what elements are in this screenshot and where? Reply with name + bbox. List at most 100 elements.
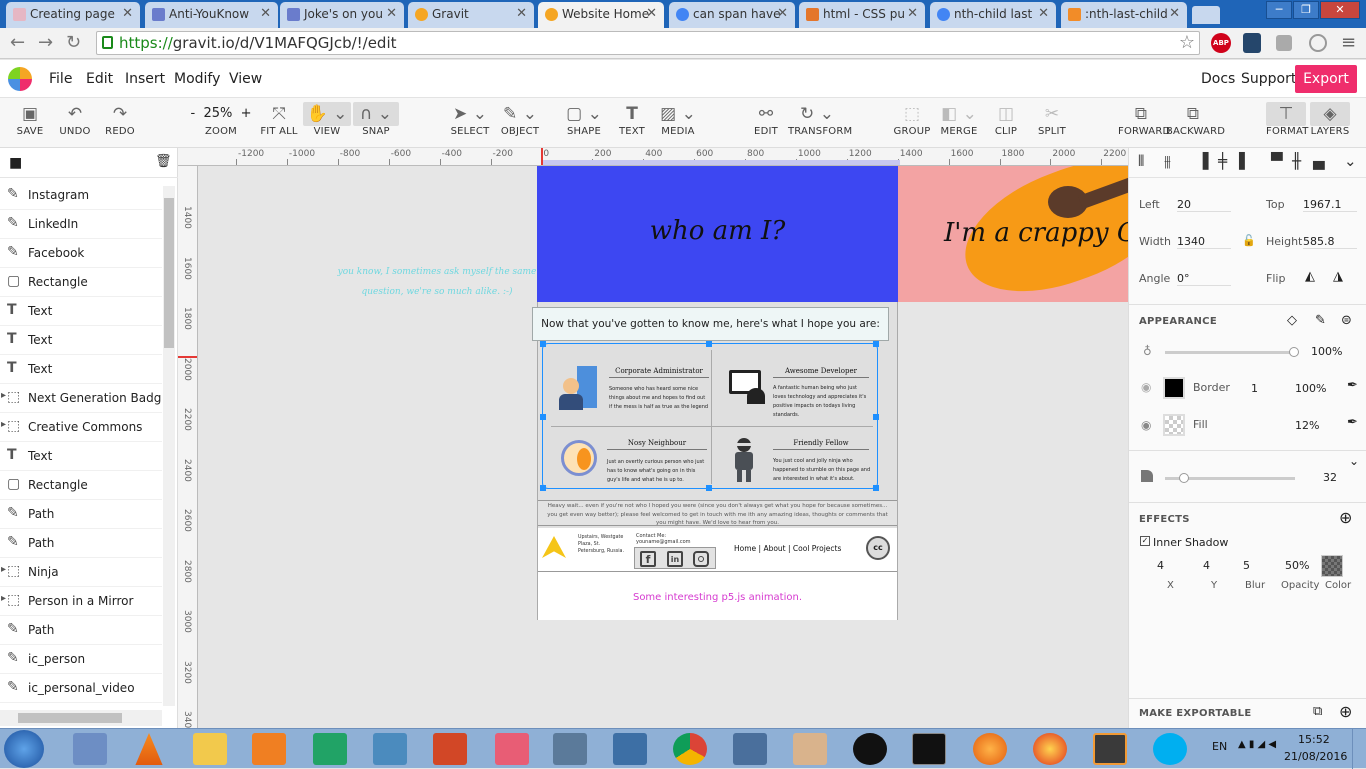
powerpoint-icon[interactable] <box>433 733 467 765</box>
tab-nth-last-child[interactable]: :nth-last-child ✕ <box>1061 2 1187 28</box>
shadow-blur-input[interactable]: 5 <box>1243 559 1250 572</box>
extension-circle-icon[interactable] <box>1309 34 1327 52</box>
selection-handle[interactable] <box>873 414 879 420</box>
hero-blue-panel[interactable]: who am I? <box>537 166 898 302</box>
export-button[interactable]: Export <box>1295 65 1357 93</box>
expand-arrow-icon[interactable]: ▸ <box>1 564 6 575</box>
view-button[interactable]: ✋ ⌄ VIEW <box>303 102 351 137</box>
canvas[interactable]: you know, I sometimes ask myself the sam… <box>198 166 1128 728</box>
align-bottom-icon[interactable]: ▄ <box>1313 152 1325 170</box>
adblock-icon[interactable]: ABP <box>1211 33 1231 53</box>
corner-radius-slider[interactable] <box>1165 473 1295 483</box>
firefox-dev-icon[interactable] <box>1033 733 1067 765</box>
align-right-icon[interactable]: ▌ <box>1239 152 1251 170</box>
opacity-value[interactable]: 100% <box>1311 345 1342 358</box>
pdf-app-icon[interactable] <box>252 733 286 765</box>
distribute-v-icon[interactable]: ⫵ <box>1164 152 1171 170</box>
angle-input[interactable]: 0° <box>1177 272 1231 286</box>
layer-item[interactable]: ✎ Path <box>0 529 162 558</box>
skype-icon[interactable] <box>1153 733 1187 765</box>
paint-icon[interactable] <box>793 733 827 765</box>
docs-link[interactable]: Docs <box>1201 71 1235 87</box>
tab-gravit[interactable]: Gravit ✕ <box>408 2 534 28</box>
pen-icon[interactable]: ✎ <box>1315 313 1326 328</box>
redo-button[interactable]: ↷ REDO <box>102 102 138 137</box>
tab-jokes-on-you[interactable]: Joke's on you ✕ <box>280 2 404 28</box>
shadow-color-swatch[interactable] <box>1321 555 1343 577</box>
layer-item[interactable]: ✎ Path <box>0 500 162 529</box>
chrome-icon[interactable] <box>673 733 707 765</box>
menu-view[interactable]: View <box>229 71 262 87</box>
tab-close-icon[interactable]: ✕ <box>907 6 918 21</box>
border-color-swatch[interactable] <box>1163 377 1185 399</box>
chrome-menu-icon[interactable]: ≡ <box>1341 32 1356 53</box>
menu-file[interactable]: File <box>49 71 72 87</box>
eyedropper-icon[interactable]: ✒ <box>1347 378 1358 393</box>
height-input[interactable]: 585.8 <box>1303 235 1357 249</box>
tab-anti-youknow[interactable]: Anti-YouKnow ✕ <box>145 2 278 28</box>
layer-item[interactable]: ▢ Rectangle <box>0 471 162 500</box>
bookmark-star-icon[interactable]: ☆ <box>1179 32 1195 53</box>
save-button[interactable]: ▣ SAVE <box>12 102 48 137</box>
file-explorer-icon[interactable] <box>193 733 227 765</box>
object-tool[interactable]: ✎ ⌄ OBJECT <box>498 102 542 137</box>
selection-handle[interactable] <box>540 341 546 347</box>
select-tool[interactable]: ➤ ⌄ SELECT <box>448 102 492 137</box>
layer-item[interactable]: T Text <box>0 442 162 471</box>
layer-item[interactable]: T Text <box>0 326 162 355</box>
tab-close-icon[interactable]: ✕ <box>122 6 133 21</box>
terminal-icon[interactable] <box>912 733 946 765</box>
layer-item[interactable]: ✎ Path <box>0 616 162 645</box>
eye-icon[interactable]: ◉ <box>1141 418 1151 432</box>
layer-item[interactable]: ▸ ⬚ Ninja <box>0 558 162 587</box>
tab-close-icon[interactable]: ✕ <box>777 6 788 21</box>
vlc-icon[interactable] <box>135 733 163 765</box>
support-link[interactable]: Support <box>1241 71 1296 87</box>
forward-button[interactable]: ⧉ FORWARD <box>1118 102 1170 137</box>
zoom-in-button[interactable]: + <box>241 106 252 121</box>
trash-icon[interactable]: 🗑 <box>155 154 172 169</box>
backward-button[interactable]: ⧉ BACKWARD <box>1166 102 1225 137</box>
clip-button[interactable]: ◫ CLIP <box>988 102 1024 137</box>
sublime-text-icon[interactable] <box>1093 733 1127 765</box>
tab-close-icon[interactable]: ✕ <box>260 6 271 21</box>
opacity-slider-thumb[interactable] <box>1289 347 1299 357</box>
lock-ratio-icon[interactable]: 🔓 <box>1242 234 1256 247</box>
shadow-y-input[interactable]: 4 <box>1203 559 1210 572</box>
tab-nth-child-last[interactable]: nth-child last ✕ <box>930 2 1056 28</box>
expand-arrow-icon[interactable]: ▸ <box>1 390 6 401</box>
selection-handle[interactable] <box>873 485 879 491</box>
add-effect-icon[interactable]: ⊕ <box>1339 508 1352 527</box>
corner-radius-value[interactable]: 32 <box>1323 471 1337 484</box>
border-opacity-input[interactable]: 100% <box>1295 382 1326 395</box>
format-panel-button[interactable]: ⊤ FORMAT <box>1266 102 1308 137</box>
undo-button[interactable]: ↶ UNDO <box>57 102 93 137</box>
left-input[interactable]: 20 <box>1177 198 1231 212</box>
hero-pink-panel[interactable]: I'm a crappy G <box>898 166 1128 302</box>
fill-color-swatch[interactable] <box>1163 414 1185 436</box>
zoom-value[interactable]: 25% <box>203 106 232 121</box>
network-app-icon[interactable] <box>733 733 767 765</box>
shape-tool[interactable]: ▢ ⌄ SHAPE <box>563 102 605 137</box>
cards-group-selected[interactable]: Corporate Administrator Someone who has … <box>540 341 879 491</box>
layer-item[interactable]: ✎ ic_personal_video <box>0 674 162 703</box>
selection-handle[interactable] <box>706 341 712 347</box>
layer-item[interactable]: ✎ ic_person <box>0 645 162 674</box>
selection-handle[interactable] <box>540 485 546 491</box>
zoom-out-button[interactable]: - <box>190 106 195 121</box>
chevron-down-icon[interactable]: ⌄ <box>1349 454 1359 468</box>
show-desktop-button[interactable] <box>1352 729 1366 769</box>
clock-date[interactable]: 21/08/2016 <box>1284 750 1347 763</box>
split-button[interactable]: ✂ SPLIT <box>1033 102 1071 137</box>
layer-item[interactable]: ▸ ⬚ Creative Commons <box>0 413 162 442</box>
layer-item[interactable]: ▢ Rectangle <box>0 268 162 297</box>
layers-panel-button[interactable]: ◈ LAYERS <box>1310 102 1350 137</box>
tray-icons[interactable]: ▲ ▮ ◢ ◀ <box>1238 739 1276 750</box>
footer-links[interactable]: Home | About | Cool Projects <box>734 544 841 553</box>
menu-edit[interactable]: Edit <box>86 71 113 87</box>
instagram-icon[interactable] <box>693 551 709 567</box>
python-idle-icon[interactable] <box>613 733 647 765</box>
selection-handle[interactable] <box>873 341 879 347</box>
forward-icon[interactable]: → <box>38 32 53 53</box>
p5-icon[interactable] <box>853 733 887 765</box>
